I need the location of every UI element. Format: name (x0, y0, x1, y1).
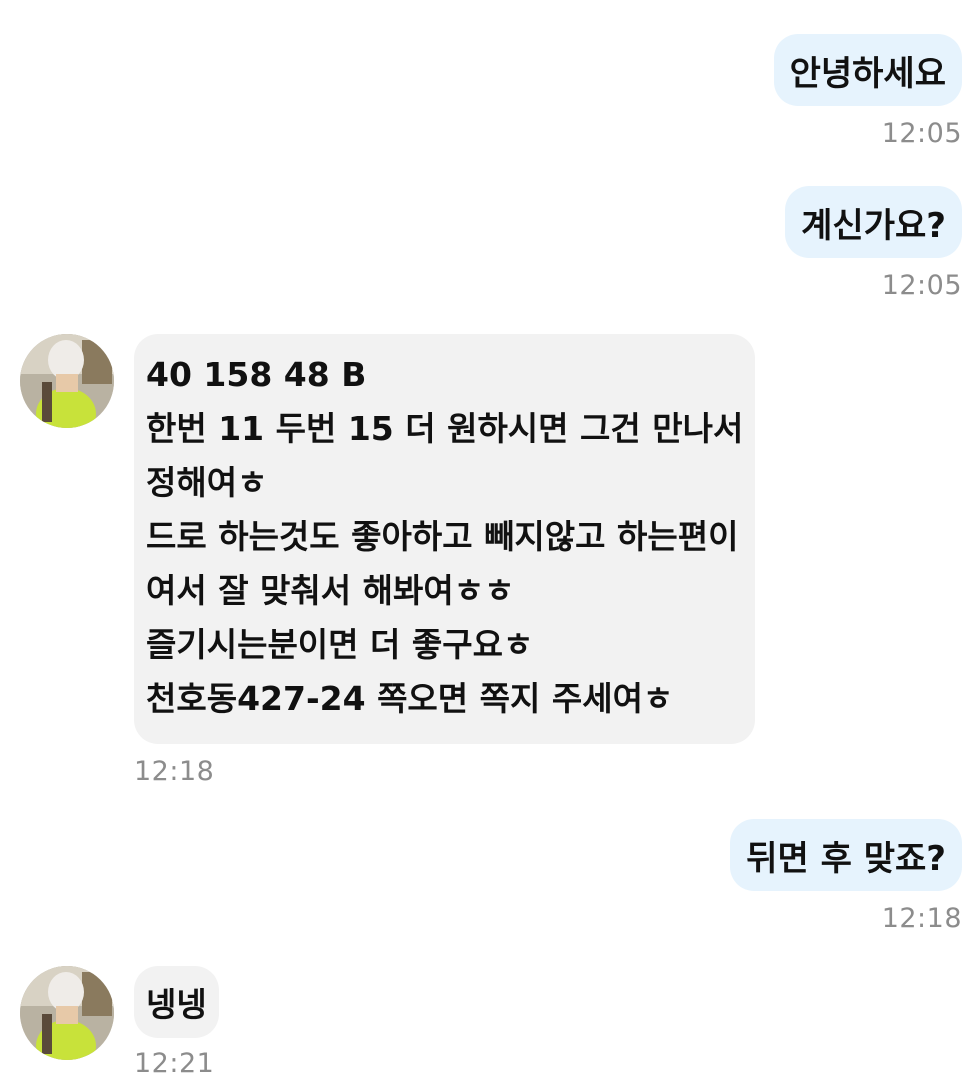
message-bubble[interactable]: 뒤면 후 맞죠? (730, 819, 962, 891)
message-timestamp: 12:18 (881, 903, 962, 934)
avatar-photo-icon (20, 966, 114, 1060)
message-timestamp: 12:05 (881, 270, 962, 301)
avatar[interactable] (20, 966, 114, 1060)
outgoing-message: 계신가요? 12:05 (785, 186, 962, 301)
message-line: 40 158 48 B (146, 355, 367, 394)
incoming-message: 넹넹 12:21 (20, 966, 219, 1079)
message-line: 정해여ㅎ (146, 463, 268, 502)
message-timestamp: 12:18 (134, 756, 215, 787)
outgoing-message: 안녕하세요 12:05 (773, 34, 962, 149)
outgoing-message: 뒤면 후 맞죠? 12:18 (730, 819, 962, 934)
message-bubble[interactable]: 넹넹 (134, 966, 219, 1038)
avatar[interactable] (20, 334, 114, 428)
message-bubble[interactable]: 40 158 48 B 한번 11 두번 15 더 원하시면 그건 만나서 정해… (134, 334, 756, 744)
message-timestamp: 12:05 (881, 118, 962, 149)
message-line: 여서 잘 맞춰서 해봐여ㅎㅎ (146, 571, 515, 610)
message-line: 천호동427-24 쪽오면 쪽지 주세여ㅎ (146, 679, 674, 718)
incoming-message: 40 158 48 B 한번 11 두번 15 더 원하시면 그건 만나서 정해… (20, 334, 756, 787)
message-timestamp: 12:21 (134, 1048, 215, 1079)
message-bubble[interactable]: 계신가요? (785, 186, 962, 258)
avatar-photo-icon (20, 334, 114, 428)
message-bubble[interactable]: 안녕하세요 (773, 34, 962, 106)
message-line: 드로 하는것도 좋아하고 빼지않고 하는편이 (146, 517, 739, 556)
message-line: 즐기시는분이면 더 좋구요ㅎ (146, 625, 534, 664)
message-line: 한번 11 두번 15 더 원하시면 그건 만나서 (146, 409, 744, 448)
